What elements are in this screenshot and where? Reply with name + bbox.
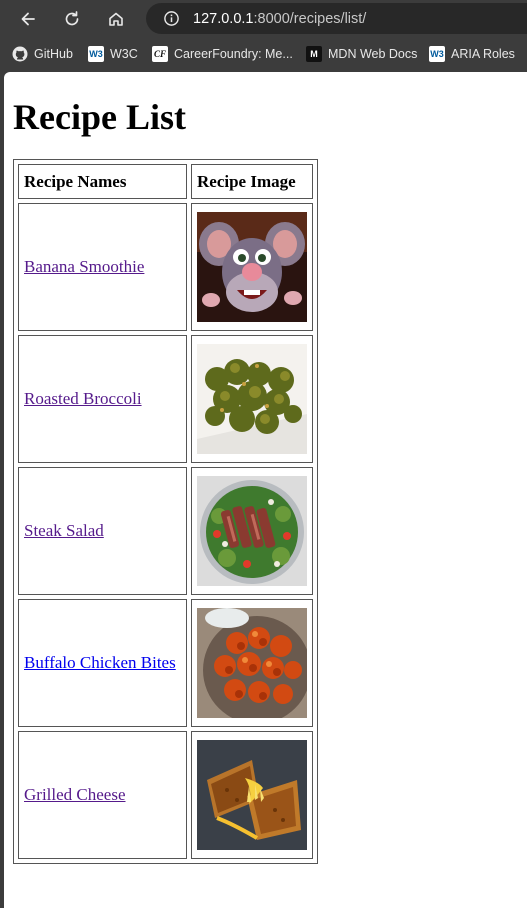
url-host: 127.0.0.1 xyxy=(193,10,254,27)
bookmarks-bar: GitHub W3 W3C CF CareerFoundry: Me... M … xyxy=(0,40,527,68)
recipe-image-cell xyxy=(191,467,313,595)
recipe-image-cell xyxy=(191,731,313,859)
bookmark-github[interactable]: GitHub xyxy=(12,45,73,63)
back-button[interactable] xyxy=(15,6,41,32)
recipe-name-cell: Roasted Broccoli xyxy=(18,335,187,463)
ratatouille-rat-image xyxy=(197,212,307,322)
table-row: Buffalo Chicken Bites xyxy=(18,599,313,727)
recipe-link-grilled-cheese[interactable]: Grilled Cheese xyxy=(24,785,126,804)
buffalo-chicken-image xyxy=(197,608,307,718)
bookmark-aria-roles[interactable]: W3 ARIA Roles xyxy=(429,45,515,63)
recipe-link-banana-smoothie[interactable]: Banana Smoothie xyxy=(24,257,144,276)
recipe-name-cell: Grilled Cheese xyxy=(18,731,187,859)
careerfoundry-icon: CF xyxy=(152,46,168,62)
url-text: 127.0.0.1:8000/recipes/list/ xyxy=(193,11,366,27)
mdn-icon: M xyxy=(306,46,322,62)
bookmark-label: W3C xyxy=(110,47,138,61)
github-icon xyxy=(12,46,28,62)
page-viewport: Recipe List Recipe Names Recipe Image Ba… xyxy=(4,72,527,908)
bookmark-w3c[interactable]: W3 W3C xyxy=(88,45,138,63)
recipe-image-cell xyxy=(191,599,313,727)
bookmark-label: GitHub xyxy=(34,47,73,61)
recipe-image-cell xyxy=(191,203,313,331)
recipe-image-cell xyxy=(191,335,313,463)
table-row: Banana Smoothie xyxy=(18,203,313,331)
column-header-recipe-names: Recipe Names xyxy=(18,164,187,199)
back-arrow-icon xyxy=(21,12,35,26)
browser-toolbar: 127.0.0.1:8000/recipes/list/ xyxy=(0,0,527,36)
recipe-name-cell: Buffalo Chicken Bites xyxy=(18,599,187,727)
reload-button[interactable] xyxy=(59,6,85,32)
bookmark-label: CareerFoundry: Me... xyxy=(174,47,293,61)
grilled-cheese-image xyxy=(197,740,307,850)
table-row: Roasted Broccoli xyxy=(18,335,313,463)
table-header-row: Recipe Names Recipe Image xyxy=(18,164,313,199)
recipe-name-cell: Steak Salad xyxy=(18,467,187,595)
table-row: Grilled Cheese xyxy=(18,731,313,859)
recipe-link-roasted-broccoli[interactable]: Roasted Broccoli xyxy=(24,389,142,408)
bookmark-careerfoundry[interactable]: CF CareerFoundry: Me... xyxy=(152,45,293,63)
address-bar[interactable]: 127.0.0.1:8000/recipes/list/ xyxy=(146,3,527,34)
recipe-name-cell: Banana Smoothie xyxy=(18,203,187,331)
reload-icon xyxy=(65,11,79,26)
bookmark-label: ARIA Roles xyxy=(451,47,515,61)
recipe-link-steak-salad[interactable]: Steak Salad xyxy=(24,521,104,540)
url-path: :8000/recipes/list/ xyxy=(253,10,367,27)
table-row: Steak Salad xyxy=(18,467,313,595)
browser-chrome: 127.0.0.1:8000/recipes/list/ GitHub W3 W… xyxy=(0,0,527,72)
home-icon xyxy=(109,12,123,26)
bookmark-label: MDN Web Docs xyxy=(328,47,418,61)
roasted-broccoli-image xyxy=(197,344,307,454)
steak-salad-image xyxy=(197,476,307,586)
home-button[interactable] xyxy=(103,6,129,32)
recipe-table: Recipe Names Recipe Image Banana Smoothi… xyxy=(13,159,318,864)
w3c-icon: W3 xyxy=(429,46,445,62)
w3c-icon: W3 xyxy=(88,46,104,62)
bookmark-mdn[interactable]: M MDN Web Docs xyxy=(306,45,417,63)
recipe-link-buffalo-chicken-bites[interactable]: Buffalo Chicken Bites xyxy=(24,653,176,672)
site-info-icon[interactable] xyxy=(162,10,180,28)
column-header-recipe-image: Recipe Image xyxy=(191,164,313,199)
page-title: Recipe List xyxy=(13,97,186,137)
